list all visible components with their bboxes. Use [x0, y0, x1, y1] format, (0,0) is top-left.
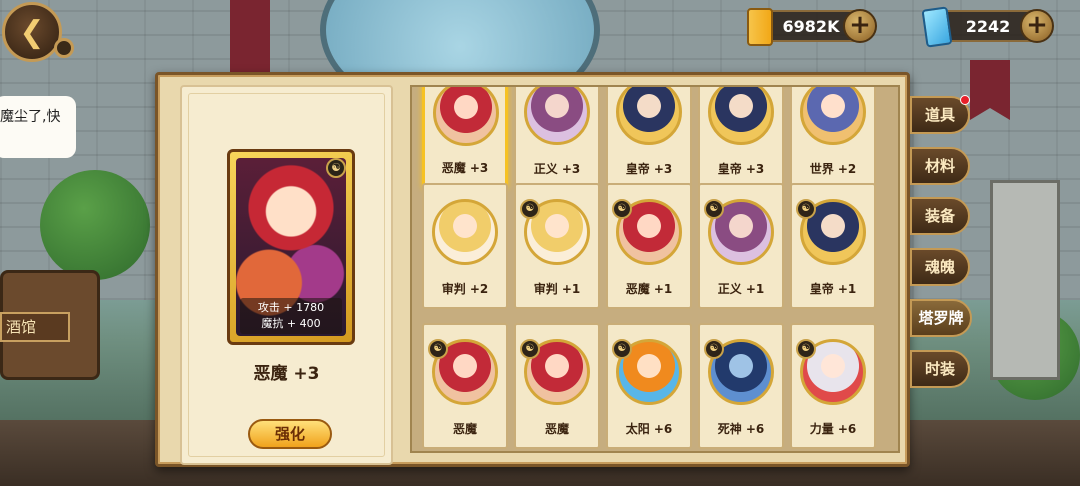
gem-icon	[921, 6, 953, 48]
card-grid[interactable]: 恶魔 +3 正义 +3 皇帝 +3 皇帝 +3 世界 +2 审判 +2 ☯ 审判 +1 ☯ 恶魔 …	[410, 85, 900, 453]
tarot-card-slot[interactable]: 皇帝 +3	[606, 87, 692, 189]
tarot-card-slot[interactable]: ☯ 死神 +6	[698, 323, 784, 449]
card-portrait	[524, 87, 590, 145]
element-badge-icon: ☯	[612, 199, 632, 219]
tab-label: 材料	[924, 157, 955, 175]
stat-attack: 攻击 + 1780	[257, 301, 325, 314]
card-stats: 攻击 + 1780 魔抗 + 400	[240, 298, 342, 334]
card-slot-label: 审判 +2	[441, 282, 489, 296]
notification-dot-icon	[960, 95, 970, 105]
tree	[40, 170, 150, 280]
card-portrait	[708, 87, 774, 145]
element-badge-icon: ☯	[796, 199, 816, 219]
element-badge-icon: ☯	[796, 339, 816, 359]
stat-magic-resist: 魔抗 + 400	[261, 317, 321, 330]
card-slot-label: 皇帝 +3	[717, 162, 765, 176]
tarot-card-slot[interactable]: 审判 +2	[422, 183, 508, 309]
card-slot-label: 世界 +2	[809, 162, 857, 176]
tarot-card-slot[interactable]: ☯ 恶魔	[514, 323, 600, 449]
card-portrait	[800, 87, 866, 145]
element-badge-icon: ☯	[520, 339, 540, 359]
tarot-card-slot[interactable]: 正义 +3	[514, 87, 600, 189]
tarot-card-slot[interactable]: ☯ 太阳 +6	[606, 323, 692, 449]
card-slot-label: 皇帝 +1	[809, 282, 857, 296]
add-gem-button[interactable]: +	[1020, 9, 1054, 43]
tab-3[interactable]: 装备	[910, 197, 970, 235]
back-button[interactable]: ❮	[2, 2, 62, 62]
selected-tarot-card: ☯ 攻击 + 1780 魔抗 + 400	[227, 149, 355, 345]
tab-label: 装备	[924, 207, 955, 225]
npc-speech-bubble: 魔尘了,快	[0, 96, 76, 158]
tarot-card-slot[interactable]: 皇帝 +3	[698, 87, 784, 189]
tarot-card-slot[interactable]: ☯ 力量 +6	[790, 323, 876, 449]
tab-label: 塔罗牌	[918, 309, 964, 327]
element-badge-icon: ☯	[520, 199, 540, 219]
tarot-card-slot[interactable]: ☯ 恶魔	[422, 323, 508, 449]
card-slot-label: 太阳 +6	[625, 422, 673, 436]
element-badge-icon: ☯	[704, 339, 724, 359]
element-badge-icon: ☯	[704, 199, 724, 219]
card-slot-label: 死神 +6	[717, 422, 765, 436]
tab-1[interactable]: 道具	[910, 95, 970, 134]
card-slot-label: 恶魔	[452, 422, 477, 436]
card-slot-label: 力量 +6	[809, 422, 857, 436]
card-detail-pane: ☯ 攻击 + 1780 魔抗 + 400 恶魔 +3 强化	[180, 85, 393, 465]
tab-6[interactable]: 时装	[910, 350, 970, 388]
castle-tower	[990, 180, 1060, 380]
back-button-knob-icon	[54, 38, 74, 58]
gem-currency: 2242 +	[921, 6, 1054, 48]
card-portrait	[616, 87, 682, 145]
card-slot-label: 皇帝 +3	[625, 162, 673, 176]
tavern-sign[interactable]: 酒馆	[0, 312, 70, 342]
tarot-card-slot[interactable]: ☯ 正义 +1	[698, 183, 784, 309]
back-arrow-icon: ❮	[19, 14, 45, 50]
element-badge-icon: ☯	[428, 339, 448, 359]
tab-label: 魂魄	[924, 258, 955, 276]
card-slot-label: 恶魔 +3	[441, 161, 489, 175]
card-slot-label: 审判 +1	[533, 282, 581, 296]
card-element-icon: ☯	[326, 158, 346, 178]
upgrade-button[interactable]: 强化	[248, 419, 332, 449]
element-badge-icon: ☯	[612, 339, 632, 359]
tarot-card-slot[interactable]: 世界 +2	[790, 87, 876, 189]
card-portrait	[433, 87, 499, 146]
card-slot-label: 恶魔	[544, 422, 569, 436]
tarot-card-slot[interactable]: 恶魔 +3	[422, 87, 508, 189]
card-name: 恶魔 +3	[253, 364, 320, 384]
tab-label: 时装	[924, 360, 955, 378]
tab-5[interactable]: 塔罗牌	[910, 299, 972, 337]
inventory-panel: ☯ 攻击 + 1780 魔抗 + 400 恶魔 +3 强化 恶魔 +3 正义 +3…	[155, 72, 910, 467]
tab-2[interactable]: 材料	[910, 147, 970, 185]
card-slot-label: 正义 +1	[717, 282, 765, 296]
card-slot-label: 恶魔 +1	[625, 282, 673, 296]
add-gold-button[interactable]: +	[843, 9, 877, 43]
tarot-card-slot[interactable]: ☯ 皇帝 +1	[790, 183, 876, 309]
tarot-card-slot[interactable]: ☯ 审判 +1	[514, 183, 600, 309]
tab-4[interactable]: 魂魄	[910, 248, 970, 286]
tarot-card-slot[interactable]: ☯ 恶魔 +1	[606, 183, 692, 309]
card-portrait	[432, 199, 498, 265]
card-slot-label: 正义 +3	[533, 162, 581, 176]
gold-currency: 6982K +	[747, 8, 877, 46]
gold-bar-icon	[747, 8, 773, 46]
tab-label: 道具	[924, 106, 955, 124]
